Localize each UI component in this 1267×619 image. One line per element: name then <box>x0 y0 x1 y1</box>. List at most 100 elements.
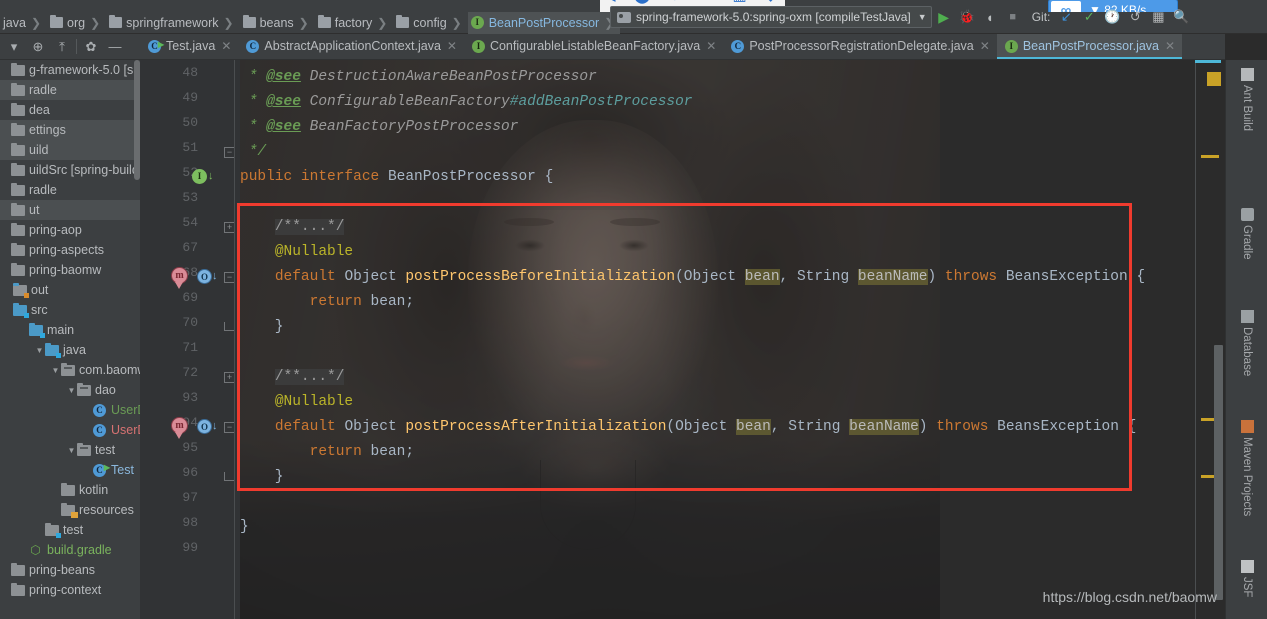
chevron-down-icon[interactable]: ▼ <box>34 346 45 355</box>
tool-window-database[interactable]: Database <box>1232 310 1262 376</box>
close-icon[interactable]: ✕ <box>447 39 457 53</box>
tree-item[interactable]: kotlin <box>0 480 140 500</box>
tree-item[interactable]: test <box>0 520 140 540</box>
tree-item[interactable]: C UserDa <box>0 400 140 420</box>
debug-button[interactable]: 🐞 <box>956 6 978 28</box>
git-commit-button[interactable]: ✓ <box>1078 6 1100 28</box>
breadcrumb-item-beanpostprocessor[interactable]: I BeanPostProcessor ❯ <box>467 11 621 34</box>
marker-stripe[interactable] <box>1201 155 1219 158</box>
tool-window-maven-projects[interactable]: Maven Projects <box>1232 420 1262 516</box>
run-configuration-selector[interactable]: spring-framework-5.0:spring-oxm [compile… <box>610 6 932 28</box>
gear-icon[interactable]: ✿ <box>79 35 103 59</box>
close-icon[interactable]: ✕ <box>221 39 231 53</box>
tree-item[interactable]: uild <box>0 140 140 160</box>
close-icon[interactable]: ✕ <box>980 39 990 53</box>
overridden-method-icon[interactable]: m <box>171 267 188 289</box>
breadcrumb-item-org[interactable]: org ❯ <box>47 12 106 34</box>
hide-panel-icon[interactable]: — <box>103 35 127 59</box>
breadcrumb-item-config[interactable]: config ❯ <box>393 12 467 34</box>
chevron-down-icon[interactable]: ▼ <box>66 386 77 395</box>
run-button[interactable]: ▶ <box>933 6 955 28</box>
git-rollback-icon[interactable]: ↺ <box>1124 6 1146 28</box>
code-line: * @see BeanFactoryPostProcessor <box>240 115 519 140</box>
tree-item[interactable]: src <box>0 300 140 320</box>
tree-item[interactable]: pring-aop <box>0 220 140 240</box>
tool-window-jsf[interactable]: JSF <box>1232 560 1262 597</box>
breadcrumb-item-factory[interactable]: factory ❯ <box>315 12 394 34</box>
code-token: @Nullable <box>274 244 354 260</box>
tree-item[interactable]: pring-baomw <box>0 260 140 280</box>
tree-item[interactable]: C UserDa <box>0 420 140 440</box>
project-tree[interactable]: g-framework-5.0 [spring radle dea ettings ui… <box>0 60 140 619</box>
git-update-button[interactable]: ↙ <box>1055 6 1077 28</box>
search-icon[interactable]: 🔍 <box>1170 6 1192 28</box>
package-icon <box>77 442 91 456</box>
project-view-dropdown[interactable]: ▾ <box>2 35 26 59</box>
code-line: default Object postProcessBeforeInitiali… <box>240 265 1145 290</box>
tree-item[interactable]: radle <box>0 180 140 200</box>
tree-item[interactable]: ▼ test <box>0 440 140 460</box>
breadcrumb-item-beans[interactable]: beans ❯ <box>240 12 315 34</box>
tree-item[interactable]: ⬡ build.gradle <box>0 540 140 560</box>
tool-window-ant-build[interactable]: Ant Build <box>1232 68 1262 131</box>
editor-scrollbar-thumb[interactable] <box>1214 345 1223 600</box>
git-history-icon[interactable]: 🕐 <box>1101 6 1123 28</box>
code-token: bean; <box>370 294 415 310</box>
tree-item[interactable]: uildSrc [spring-build-sr <box>0 160 140 180</box>
code-editor[interactable]: 48 49 50 51 52 53 54 67 68 69 70 71 72 93 94 95 96 97 98 99… <box>140 60 1225 619</box>
scroll-from-source-icon[interactable]: ⊕ <box>26 35 50 59</box>
tab-test-java[interactable]: C Test.java ✕ <box>140 34 239 59</box>
chevron-down-icon[interactable]: ▼ <box>50 366 61 375</box>
tab-configurablelistablebeanfactory-java[interactable]: I ConfigurableListableBeanFactory.java ✕ <box>463 34 724 59</box>
code-line: * @see ConfigurableBeanFactory#addBeanPo… <box>240 90 693 115</box>
warning-marker[interactable] <box>1207 72 1221 86</box>
run-with-coverage-button[interactable]: ◖ <box>979 6 1001 28</box>
line-number: 49 <box>182 90 198 105</box>
chevron-down-icon[interactable]: ▼ <box>66 446 77 455</box>
breadcrumb-item-java[interactable]: java ❯ <box>0 12 47 34</box>
tree-item[interactable]: pring-aspects <box>0 240 140 260</box>
tree-item[interactable]: CTest <box>0 460 140 480</box>
stop-button[interactable]: ■ <box>1002 6 1024 28</box>
tree-item[interactable]: main <box>0 320 140 340</box>
gradle-icon <box>1240 208 1254 221</box>
editor-gutter[interactable]: 48 49 50 51 52 53 54 67 68 69 70 71 72 93 94 95 96 97 98 99… <box>140 60 240 619</box>
implemented-by-icon[interactable]: I <box>192 169 207 184</box>
implementing-method-icon[interactable]: O <box>197 269 212 284</box>
tab-postprocessorregistrationdelegate-java[interactable]: C PostProcessorRegistrationDelegate.java… <box>723 34 997 59</box>
tree-item[interactable]: out <box>0 280 140 300</box>
code-token: @Nullable <box>274 394 354 410</box>
collapse-all-icon[interactable]: ⤒ <box>50 35 74 59</box>
layout-icon[interactable]: ▦ <box>1147 6 1169 28</box>
tree-item[interactable]: resources <box>0 500 140 520</box>
source-folder-icon <box>13 302 29 318</box>
tree-item[interactable]: ▼ java <box>0 340 140 360</box>
implementing-method-icon[interactable]: O <box>197 419 212 434</box>
tree-item-label: ettings <box>29 123 66 137</box>
tree-item[interactable]: ut <box>0 200 140 220</box>
jsf-icon <box>1240 560 1254 573</box>
editor-marker-bar[interactable] <box>1195 60 1225 619</box>
tab-beanpostprocessor-java[interactable]: I BeanPostProcessor.java ✕ <box>996 34 1183 59</box>
interface-icon: I <box>471 39 485 53</box>
breadcrumb-item-springframework[interactable]: springframework ❯ <box>106 12 239 34</box>
tool-window-gradle[interactable]: Gradle <box>1232 208 1262 260</box>
tree-item[interactable]: ettings <box>0 120 140 140</box>
tree-item[interactable]: dea <box>0 100 140 120</box>
overridden-method-icon[interactable]: m <box>171 417 188 439</box>
close-icon[interactable]: ✕ <box>1165 39 1175 53</box>
chevron-down-icon: ▼ <box>917 12 927 22</box>
line-number: 99 <box>182 540 198 555</box>
tree-item[interactable]: g-framework-5.0 [spring <box>0 60 140 80</box>
class-icon: C <box>93 403 106 417</box>
tree-item[interactable]: ▼ dao <box>0 380 140 400</box>
tree-item[interactable]: pring-context <box>0 580 140 600</box>
code-content[interactable]: * @see DestructionAwareBeanPostProcessor… <box>240 60 1225 619</box>
tree-item[interactable]: radle <box>0 80 140 100</box>
tree-item[interactable]: pring-beans <box>0 560 140 580</box>
tab-abstractapplicationcontext-java[interactable]: C AbstractApplicationContext.java ✕ <box>238 34 464 59</box>
code-token: default <box>274 269 345 285</box>
line-number: 70 <box>182 315 198 330</box>
close-icon[interactable]: ✕ <box>706 39 716 53</box>
tree-item[interactable]: ▼ com.baomw <box>0 360 140 380</box>
